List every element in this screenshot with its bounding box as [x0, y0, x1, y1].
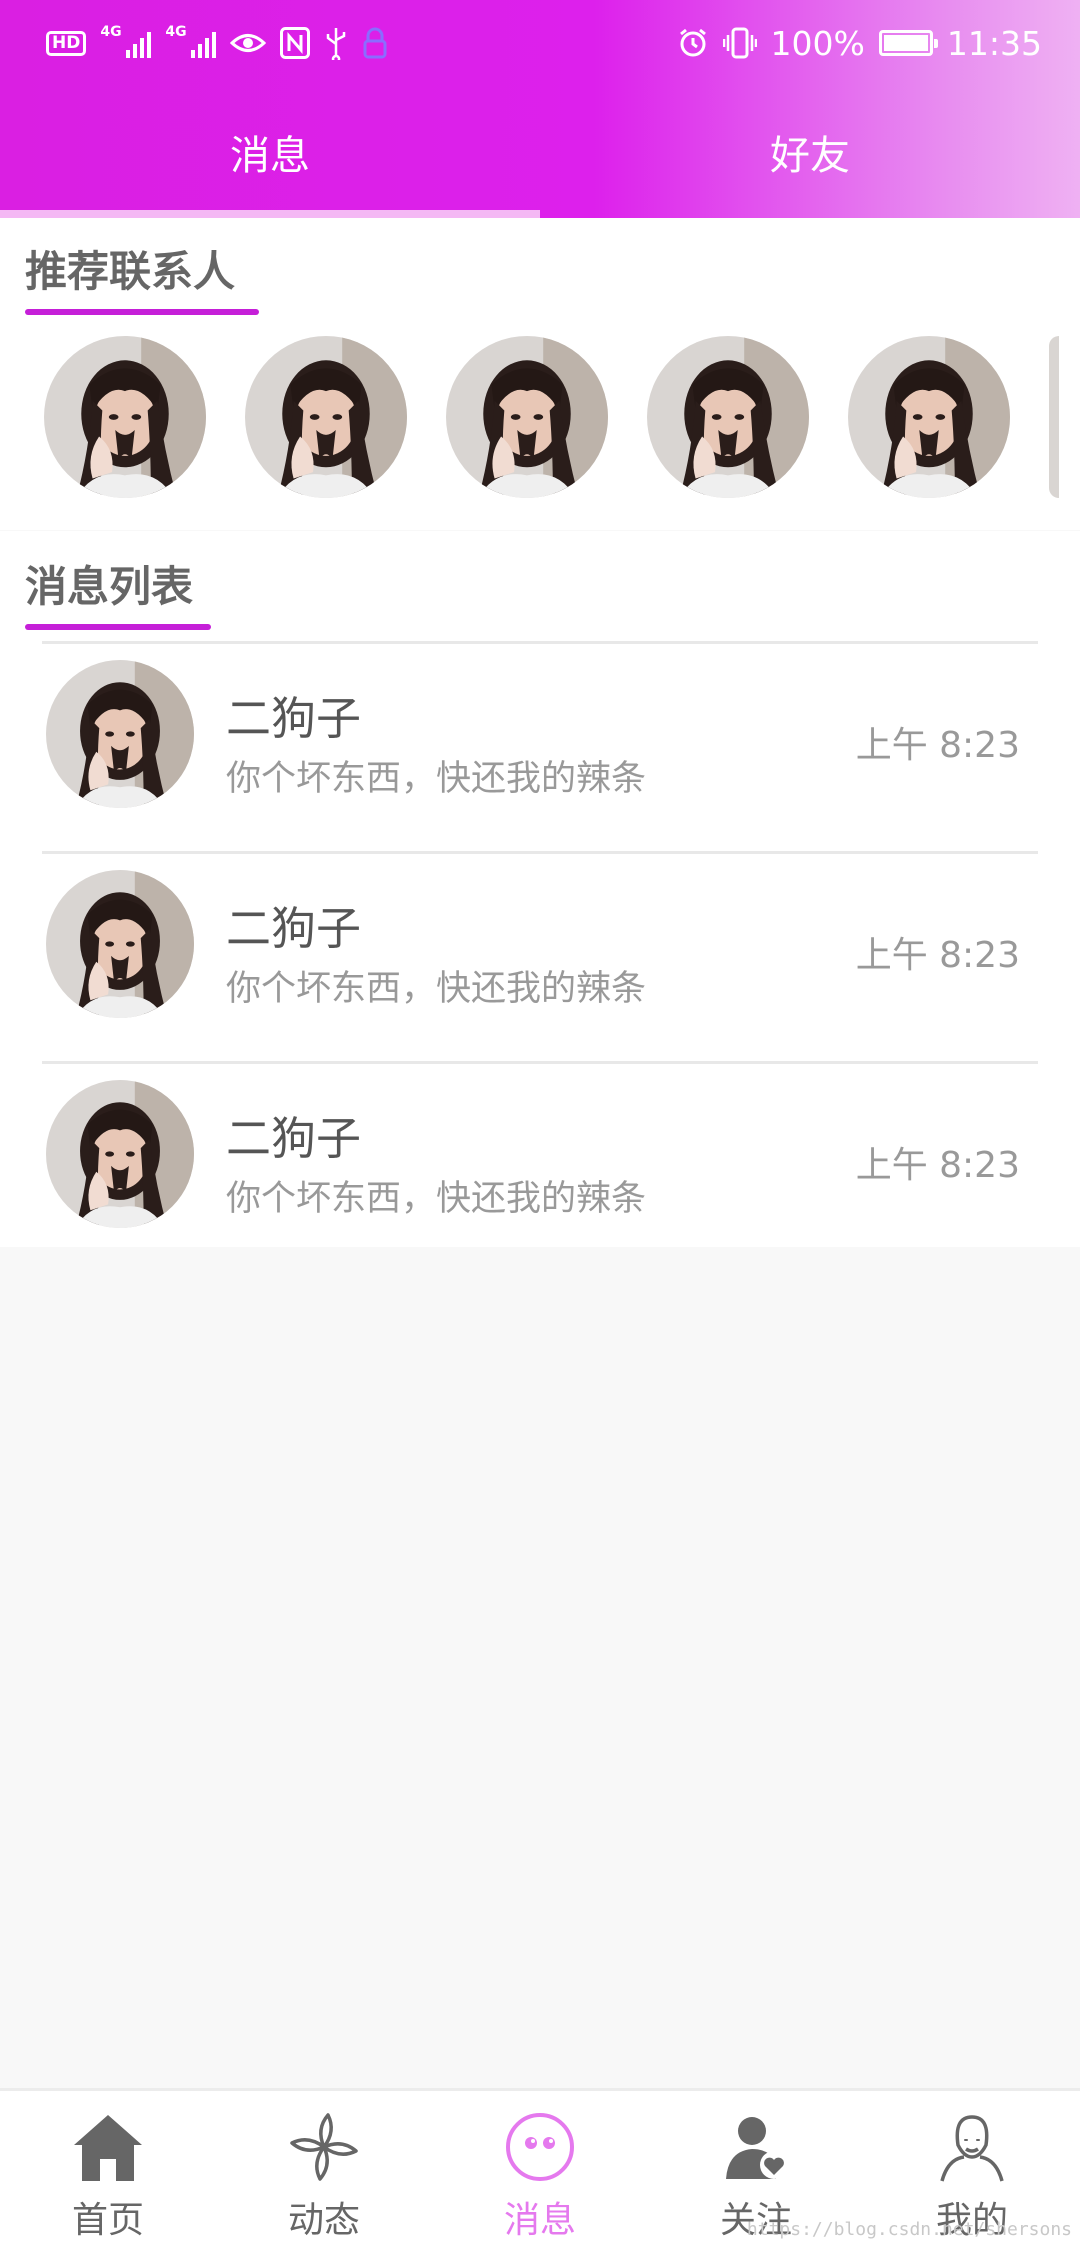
nav-home-label: 首页: [71, 2200, 144, 2241]
profile-icon: [930, 2105, 1014, 2189]
message-item[interactable]: 二狗子 你个坏东西，快还我的辣条 上午 8:23: [42, 641, 1038, 851]
message-list-title-text: 消息列表: [25, 562, 194, 611]
nav-messages-label: 消息: [503, 2200, 576, 2241]
message-sender-name: 二狗子: [226, 692, 362, 745]
message-section: 消息列表 二狗子 你个坏东西，快还我的辣条 上午 8:23 二狗子 你个坏东西，…: [0, 531, 1080, 1247]
follow-heart-icon: [714, 2105, 798, 2189]
clock-time: 11:35: [946, 23, 1042, 63]
signal-4g-1-icon: 4G: [100, 24, 152, 58]
message-time: 上午 8:23: [855, 725, 1020, 766]
app-header: HD 4G 4G 100% 11:35 消息 好友: [0, 0, 1080, 218]
nav-home[interactable]: 首页: [0, 2091, 216, 2244]
message-preview: 你个坏东西，快还我的辣条: [226, 969, 647, 1009]
message-list: 二狗子 你个坏东西，快还我的辣条 上午 8:23 二狗子 你个坏东西，快还我的辣…: [0, 641, 1080, 1271]
message-sender-name: 二狗子: [226, 902, 362, 955]
recommend-title-text: 推荐联系人: [25, 247, 236, 296]
message-avatar[interactable]: [46, 1080, 194, 1228]
message-preview: 你个坏东西，快还我的辣条: [226, 759, 647, 799]
message-avatar[interactable]: [46, 870, 194, 1018]
usb-icon: [324, 26, 348, 60]
home-icon: [66, 2105, 150, 2189]
tab-indicator: [0, 210, 540, 218]
hd-icon: HD: [46, 30, 87, 56]
recommend-avatar-row: [44, 336, 1059, 498]
recommend-avatar[interactable]: [647, 336, 809, 498]
message-time: 上午 8:23: [855, 1145, 1020, 1186]
recommend-title-underline: [25, 309, 259, 315]
recommend-avatar[interactable]: [446, 336, 608, 498]
recommend-avatar-partial[interactable]: [1049, 336, 1059, 498]
nav-moments-label: 动态: [287, 2200, 360, 2241]
message-list-title-underline: [25, 624, 211, 630]
status-bar-right: 100% 11:35: [677, 24, 1042, 63]
message-item[interactable]: 二狗子 你个坏东西，快还我的辣条 上午 8:23: [42, 851, 1038, 1061]
eye-icon: [230, 30, 267, 56]
signal-4g-1-label: 4G: [100, 24, 122, 40]
tab-messages[interactable]: 消息: [0, 86, 540, 218]
watermark: https://blog.csdn.net/shersons: [746, 2219, 1072, 2240]
signal-4g-2-icon: 4G: [165, 24, 217, 58]
recommend-title: 推荐联系人: [25, 238, 259, 315]
nfc-icon: [280, 27, 311, 59]
battery-percent: 100%: [770, 23, 865, 63]
vibrate-icon: [722, 27, 757, 59]
signal-4g-2-label: 4G: [165, 24, 187, 40]
battery-icon: [878, 30, 938, 56]
message-item[interactable]: 二狗子 你个坏东西，快还我的辣条 上午 8:23: [42, 1061, 1038, 1271]
bottom-nav: 首页 动态 消息 关注 我的 https://blog.csdn.net/she…: [0, 2088, 1080, 2244]
top-tabs: 消息 好友: [0, 86, 1080, 218]
message-sender-name: 二狗子: [226, 1112, 362, 1165]
message-preview: 你个坏东西，快还我的辣条: [226, 1179, 647, 1219]
recommend-section: 推荐联系人: [0, 218, 1080, 530]
nav-moments[interactable]: 动态: [216, 2091, 432, 2244]
nav-messages[interactable]: 消息: [432, 2091, 648, 2244]
status-bar: HD 4G 4G 100% 11:35: [0, 0, 1080, 86]
status-bar-left: HD 4G 4G: [46, 24, 388, 60]
alarm-icon: [677, 27, 709, 59]
lock-icon: [362, 27, 388, 59]
pinwheel-icon: [282, 2105, 366, 2189]
tab-friends[interactable]: 好友: [540, 86, 1080, 218]
message-face-icon: [498, 2105, 582, 2189]
message-time: 上午 8:23: [855, 935, 1020, 976]
recommend-avatar[interactable]: [245, 336, 407, 498]
recommend-avatar[interactable]: [848, 336, 1010, 498]
recommend-avatar[interactable]: [44, 336, 206, 498]
message-avatar[interactable]: [46, 660, 194, 808]
message-list-title: 消息列表: [25, 553, 211, 630]
